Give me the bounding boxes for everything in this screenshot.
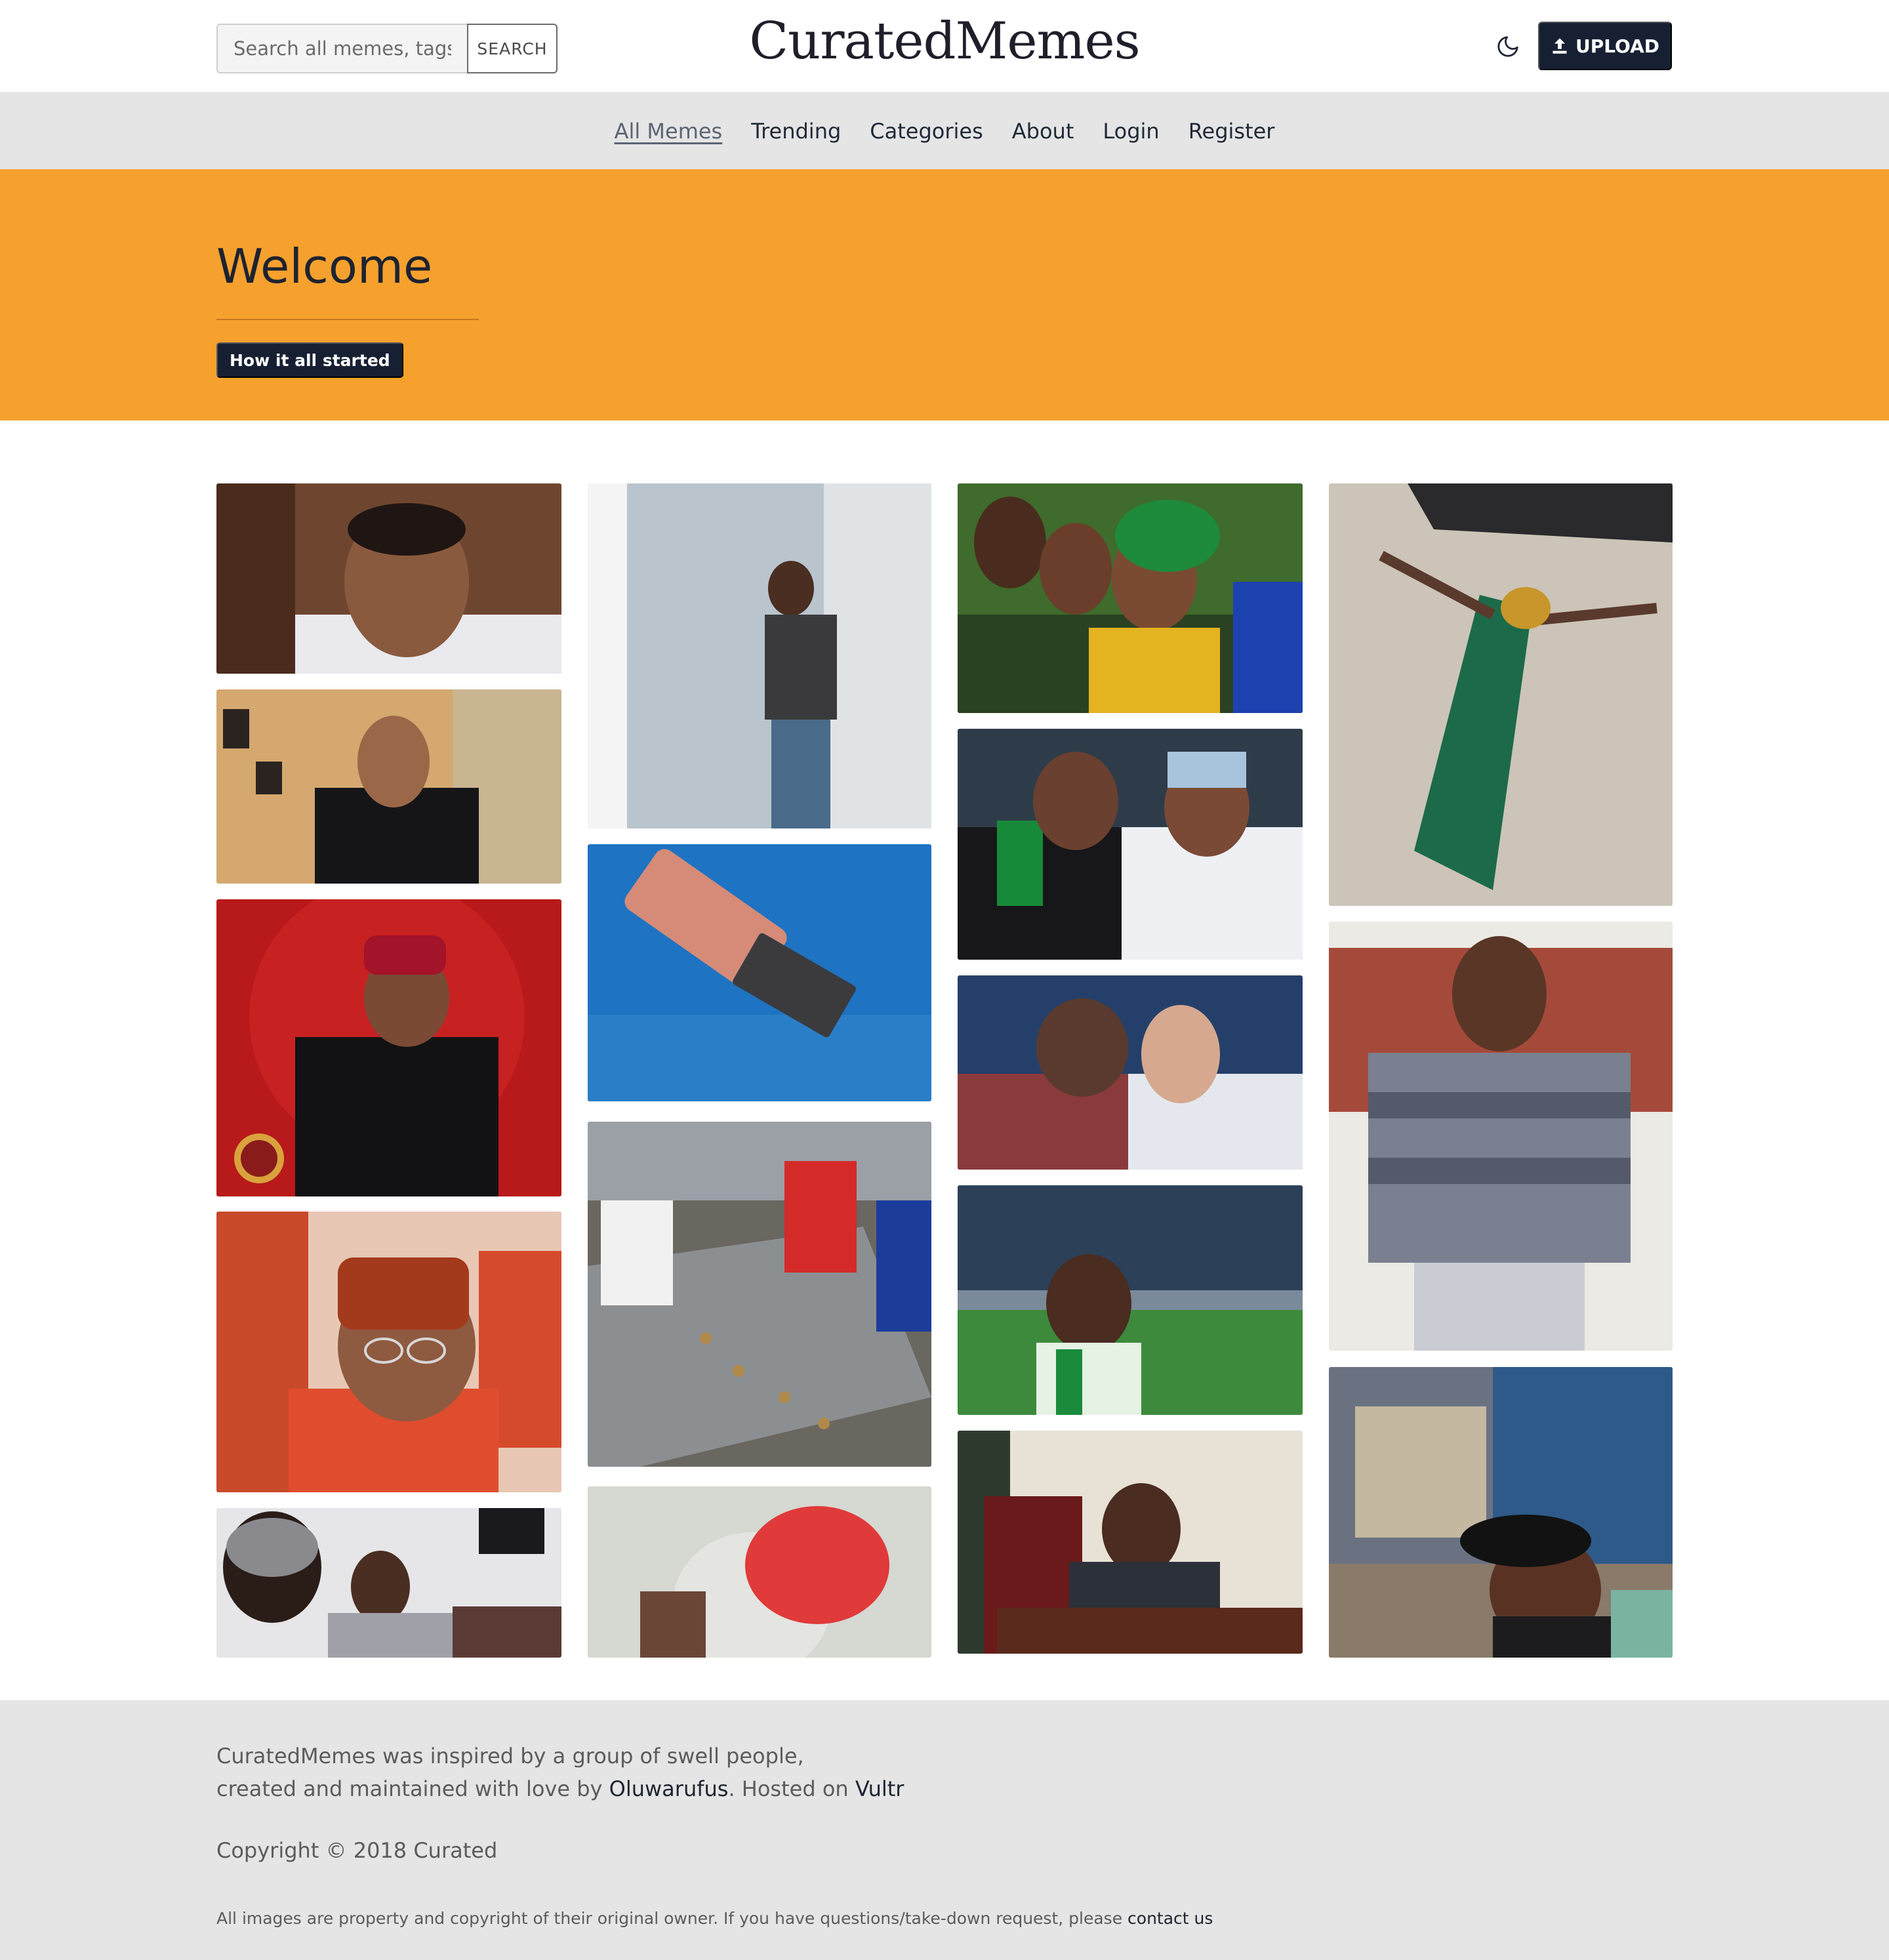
footer: CuratedMemes was inspired by a group of … [0, 1700, 1889, 1960]
welcome-divider [216, 319, 479, 320]
meme-card[interactable] [216, 689, 561, 884]
meme-card[interactable] [588, 844, 931, 1101]
disclaimer-text: All images are property and copyright of… [216, 1909, 1128, 1928]
meme-card[interactable] [958, 483, 1303, 713]
author-link[interactable]: Oluwarufus [609, 1776, 729, 1801]
meme-card[interactable] [216, 1212, 561, 1492]
meme-card[interactable] [216, 483, 561, 674]
meme-card[interactable] [958, 975, 1303, 1170]
meme-card[interactable] [958, 1185, 1303, 1415]
meme-card[interactable] [1329, 1367, 1673, 1658]
footer-credits-middle: . Hosted on [728, 1776, 855, 1801]
meme-card[interactable] [588, 483, 931, 828]
host-link[interactable]: Vultr [855, 1776, 904, 1801]
welcome-banner: Welcome How it all started [0, 169, 1889, 420]
moon-icon[interactable] [1495, 34, 1520, 59]
meme-card[interactable] [588, 1122, 931, 1467]
main-nav: All Memes Trending Categories About Logi… [0, 93, 1889, 169]
meme-card[interactable] [958, 729, 1303, 960]
nav-login[interactable]: Login [1103, 119, 1159, 144]
top-bar: SEARCH CuratedMemes UPLOAD [0, 0, 1889, 93]
nav-trending[interactable]: Trending [751, 119, 841, 144]
meme-card[interactable] [1329, 483, 1673, 906]
disclaimer: All images are property and copyright of… [216, 1909, 1213, 1928]
meme-card[interactable] [1329, 922, 1673, 1351]
contact-link[interactable]: contact us [1127, 1909, 1213, 1928]
footer-credits-prefix: created and maintained with love by [216, 1776, 609, 1801]
nav-about[interactable]: About [1012, 119, 1074, 144]
nav-categories[interactable]: Categories [870, 119, 983, 144]
copyright: Copyright © 2018 Curated [216, 1838, 498, 1863]
meme-card[interactable] [958, 1431, 1303, 1654]
meme-card[interactable] [216, 899, 561, 1196]
meme-card[interactable] [588, 1486, 931, 1658]
nav-register[interactable]: Register [1188, 119, 1275, 144]
welcome-heading: Welcome [216, 239, 433, 294]
upload-label: UPLOAD [1575, 35, 1660, 57]
upload-button[interactable]: UPLOAD [1538, 22, 1672, 70]
meme-card[interactable] [216, 1508, 561, 1658]
how-it-started-button[interactable]: How it all started [216, 342, 403, 378]
upload-icon [1553, 38, 1567, 54]
footer-inspiration: CuratedMemes was inspired by a group of … [216, 1744, 804, 1768]
nav-all-memes[interactable]: All Memes [615, 119, 723, 144]
footer-credits: created and maintained with love by Oluw… [216, 1772, 904, 1805]
